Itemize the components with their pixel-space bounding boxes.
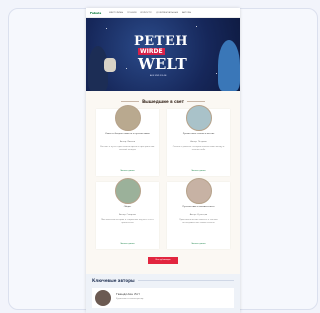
star-dot: [196, 26, 197, 27]
nav-link[interactable]: ВИКТОРИНЫ: [109, 12, 123, 14]
site-logo[interactable]: Fabula: [90, 11, 101, 15]
card-thumbnail: [186, 105, 212, 131]
hero-character-right: [218, 40, 240, 91]
card-description: Приключенческая повесть о смелых исследо…: [179, 219, 218, 224]
card-description: Рассказ о пути героя сквозь время и прос…: [100, 146, 155, 151]
publication-card[interactable]: Лунная ночь: сказка о мечтах Автор: Петр…: [167, 105, 230, 176]
divider: [121, 101, 140, 102]
card-read-more[interactable]: Читать далее: [167, 243, 230, 245]
card-description: Мистическая история о старинном амулете …: [101, 219, 154, 224]
divider: [137, 280, 234, 281]
nav-link[interactable]: АВТОРЫ: [182, 12, 191, 14]
nav-links: ВИКТОРИНЫ ПОЭЗИЯ ИЛЛЮСТР. ДОКУМЕНТАЛЬНЫЕ…: [109, 12, 191, 14]
publication-card[interactable]: Ключ от бездны: повесть о путешествиях А…: [96, 105, 159, 176]
publication-card[interactable]: Оберег Автор: Смирнов Мистическая истори…: [96, 178, 159, 249]
card-meta: Автор: Кузнецов: [189, 214, 208, 216]
authors-section: Ключевые авторы Гвендолин Лот Художник и…: [86, 274, 240, 313]
author-name: Гвендолин Лот: [116, 292, 140, 296]
author-role: Художник и иллюстратор: [116, 298, 144, 300]
authors-heading: Ключевые авторы: [92, 278, 234, 283]
avatar: [95, 290, 111, 306]
star-dot: [216, 73, 217, 74]
card-meta: Автор: Петрова: [190, 141, 207, 143]
page-preview: Fabula ВИКТОРИНЫ ПОЭЗИЯ ИЛЛЮСТР. ДОКУМЕН…: [86, 8, 240, 313]
card-read-more[interactable]: Читать далее: [96, 243, 159, 245]
publication-card[interactable]: Путешествие в неизвестность Автор: Кузне…: [167, 178, 230, 249]
card-meta: Автор: Смирнов: [119, 214, 136, 216]
publication-grid: Ключ от бездны: повесть о путешествиях А…: [86, 104, 240, 249]
star-dot: [126, 68, 127, 69]
hero-banner: РЕТЕН WIRDE WELT AUS UND FOLGE: [86, 18, 240, 91]
nav-link[interactable]: ПОЭЗИЯ: [127, 12, 136, 14]
authors-title: Ключевые авторы: [92, 278, 135, 283]
star-dot: [106, 28, 107, 29]
hero-title-line2: WIRDE: [138, 48, 165, 55]
hero-title-line3: WELT: [138, 55, 187, 73]
card-meta: Автор: Иванов: [119, 141, 136, 143]
top-navigation: Fabula ВИКТОРИНЫ ПОЭЗИЯ ИЛЛЮСТР. ДОКУМЕН…: [86, 8, 240, 18]
section-title: Вышедшие в свет: [142, 99, 184, 104]
hero-subtitle: AUS UND FOLGE: [150, 75, 167, 77]
card-title: Оберег: [123, 206, 132, 208]
card-title: Путешествие в неизвестность: [182, 206, 215, 208]
hero-title-line1: РЕТЕН: [134, 34, 189, 49]
card-description: Сказка о девочке, которая искала свою зв…: [172, 146, 225, 151]
all-publications-button[interactable]: Все публикации: [148, 257, 178, 264]
card-thumbnail: [186, 178, 212, 204]
author-card[interactable]: Гвендолин Лот Художник и иллюстратор: [92, 288, 234, 308]
hero-creature: [104, 58, 116, 72]
nav-link[interactable]: ИЛЛЮСТР.: [140, 12, 152, 14]
card-title: Лунная ночь: сказка о мечтах: [182, 133, 215, 135]
card-title: Ключ от бездны: повесть о путешествиях: [105, 133, 150, 135]
card-read-more[interactable]: Читать далее: [167, 170, 230, 172]
nav-link[interactable]: ДОКУМЕНТАЛЬНЫЕ: [156, 12, 178, 14]
card-thumbnail: [115, 178, 141, 204]
card-read-more[interactable]: Читать далее: [96, 170, 159, 172]
card-thumbnail: [115, 105, 141, 131]
divider: [186, 101, 205, 102]
